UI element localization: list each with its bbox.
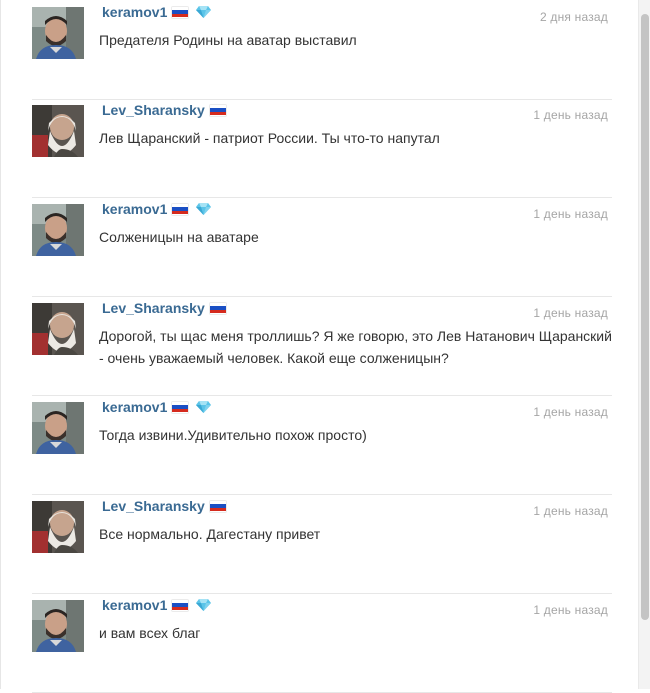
diamond-icon xyxy=(196,401,212,413)
comment-text: Предателя Родины на аватар выставил xyxy=(99,32,357,48)
scrollbar[interactable] xyxy=(638,0,650,689)
russia-flag-icon xyxy=(209,104,226,116)
comment-timestamp: 1 день назад xyxy=(533,405,608,419)
author-line: keramov1 xyxy=(102,3,212,21)
author-name[interactable]: keramov1 xyxy=(102,201,167,217)
comment-text: Дорогой, ты щас меня троллишь? Я же гово… xyxy=(99,328,612,366)
comment-text: Все нормально. Дагестану привет xyxy=(99,526,321,542)
author-line: Lev_Sharansky xyxy=(102,497,226,515)
comment-timestamp: 1 день назад xyxy=(533,504,608,518)
comment-thread: keramov1 2 дня назад Предателя Родины на… xyxy=(0,0,639,693)
avatar[interactable] xyxy=(32,303,84,355)
diamond-icon xyxy=(196,599,212,611)
comment-timestamp: 1 день назад xyxy=(533,207,608,221)
russia-flag-icon xyxy=(172,599,189,611)
avatar[interactable] xyxy=(32,600,84,652)
comment-item: Lev_Sharansky 1 день назад Лев Щаранский… xyxy=(32,98,612,198)
russia-flag-icon xyxy=(172,401,189,413)
author-name[interactable]: keramov1 xyxy=(102,4,167,20)
author-line: keramov1 xyxy=(102,596,212,614)
author-name[interactable]: Lev_Sharansky xyxy=(102,300,205,316)
avatar[interactable] xyxy=(32,7,84,59)
comment-item: Lev_Sharansky 1 день назад Дорогой, ты щ… xyxy=(32,296,612,396)
author-name[interactable]: Lev_Sharansky xyxy=(102,498,205,514)
avatar[interactable] xyxy=(32,402,84,454)
comment-timestamp: 2 дня назад xyxy=(539,10,608,24)
diamond-icon xyxy=(196,203,212,215)
comment-item: keramov1 2 дня назад Предателя Родины на… xyxy=(32,0,612,100)
diamond-icon xyxy=(196,6,212,18)
avatar[interactable] xyxy=(32,501,84,553)
avatar[interactable] xyxy=(32,204,84,256)
comment-timestamp: 1 день назад xyxy=(533,306,608,320)
author-line: Lev_Sharansky xyxy=(102,101,226,119)
scrollbar-thumb[interactable] xyxy=(641,14,649,620)
russia-flag-icon xyxy=(209,302,226,314)
comment-text: Тогда извини.Удивительно похож просто) xyxy=(99,427,367,443)
comment-text: и вам всех благ xyxy=(99,625,201,641)
author-line: keramov1 xyxy=(102,200,212,218)
russia-flag-icon xyxy=(172,203,189,215)
author-name[interactable]: keramov1 xyxy=(102,399,167,415)
author-name[interactable]: keramov1 xyxy=(102,597,167,613)
comment-text: Лев Щаранский - патриот России. Ты что-т… xyxy=(99,130,440,146)
comment-item: Lev_Sharansky 1 день назад Все нормально… xyxy=(32,494,612,594)
comment-timestamp: 1 день назад xyxy=(533,603,608,617)
comment-timestamp: 1 день назад xyxy=(533,108,608,122)
comment-item: keramov1 1 день назад Солженицын на ават… xyxy=(32,197,612,297)
comment-item: keramov1 1 день назад и вам всех благ xyxy=(32,593,612,693)
russia-flag-icon xyxy=(209,500,226,512)
russia-flag-icon xyxy=(172,6,189,18)
avatar[interactable] xyxy=(32,105,84,157)
author-name[interactable]: Lev_Sharansky xyxy=(102,102,205,118)
author-line: Lev_Sharansky xyxy=(102,299,226,317)
author-line: keramov1 xyxy=(102,398,212,416)
comment-text: Солженицын на аватаре xyxy=(99,229,259,245)
comment-item: keramov1 1 день назад Тогда извини.Удиви… xyxy=(32,395,612,495)
